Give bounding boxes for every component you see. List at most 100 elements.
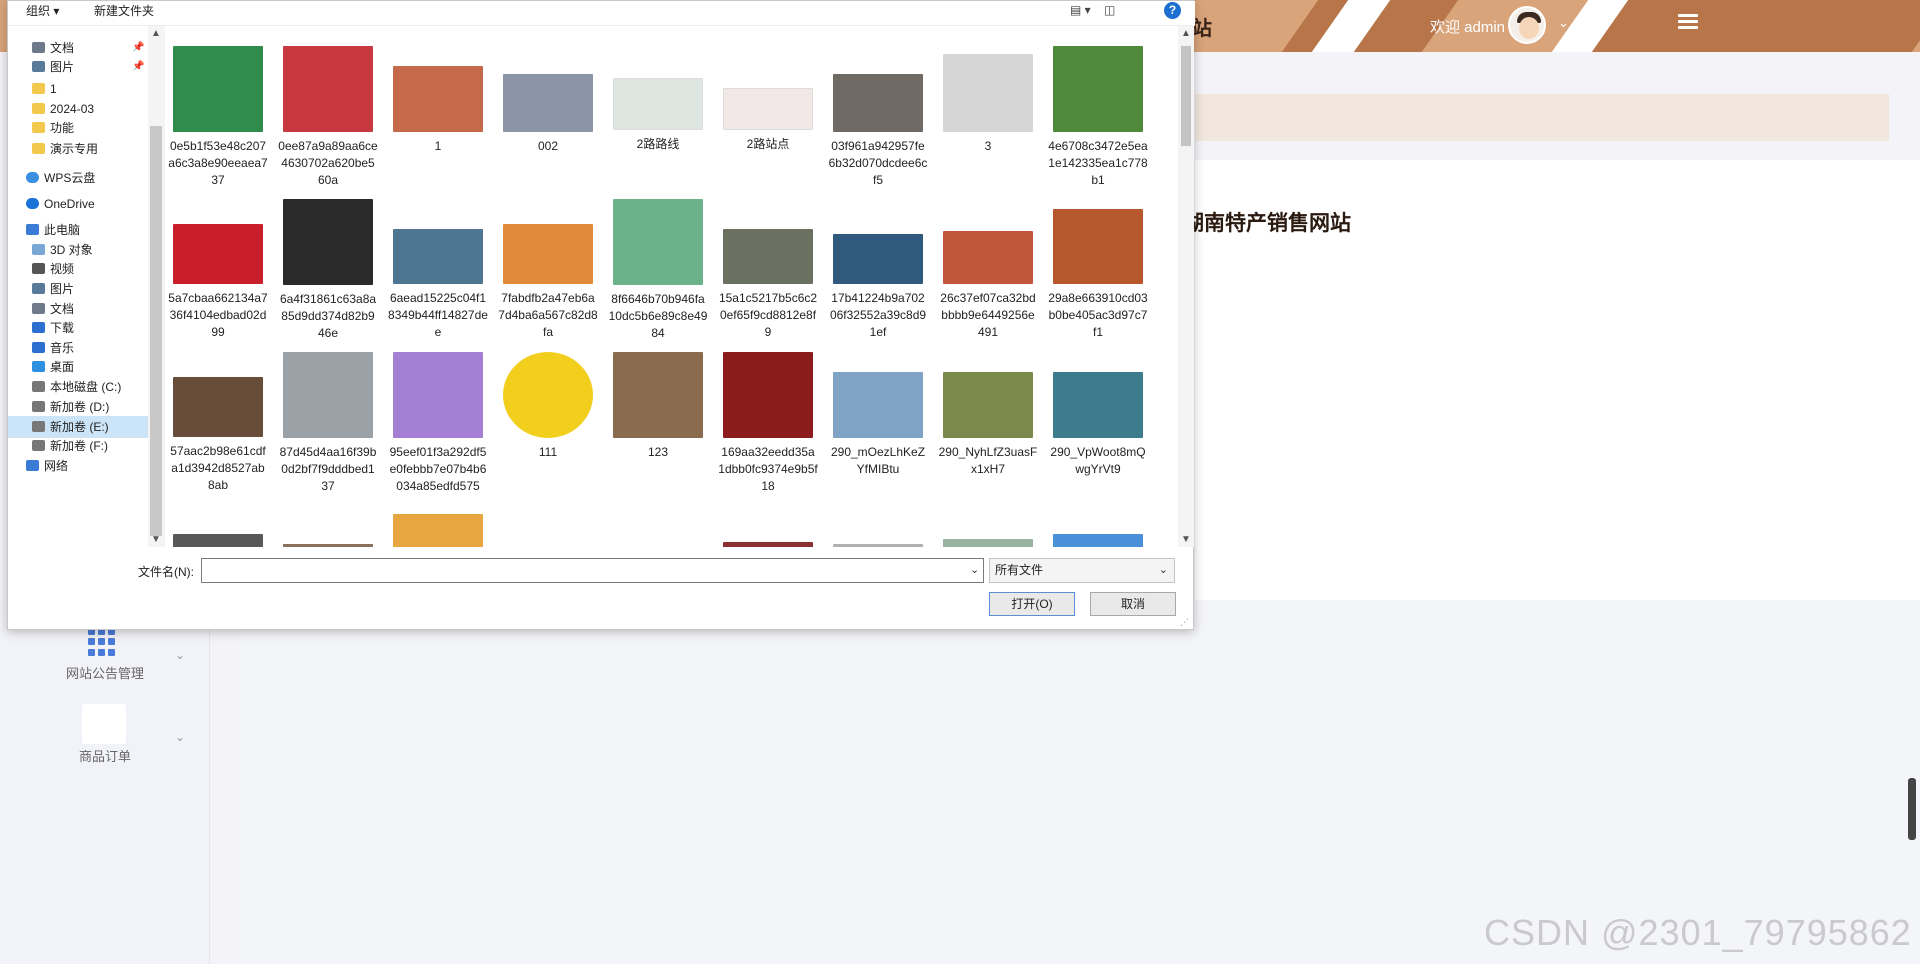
folder-icon [32,83,45,94]
tree-item[interactable]: 视频 [8,258,148,280]
file-name: 111 [538,445,558,459]
tree-item[interactable]: 此电脑 [8,219,148,241]
file-thumbnail [173,46,263,132]
tree-item[interactable]: 图片 📌 [8,56,148,78]
menu-icon[interactable] [1678,14,1698,30]
file-name: 002 [537,139,559,153]
tree-scrollbar[interactable]: ▲ ▼ [148,26,165,547]
picture-icon [32,61,45,72]
organize-button[interactable]: 组织 ▾ [26,2,59,19]
file-thumbnail [1053,372,1143,438]
tree-item-label: 下载 [50,321,75,335]
file-thumbnail [393,66,483,132]
file-thumbnail [613,78,703,130]
file-thumbnail [283,352,373,438]
file-name: 57aac2b98e61cdfa1d3942d8527ab8ab [170,444,266,492]
tree-item-label: 此电脑 [44,223,81,237]
new-folder-button[interactable]: 新建文件夹 [94,2,154,19]
tree-item[interactable]: 桌面 [8,356,148,378]
scroll-up-icon[interactable]: ▲ [1181,28,1191,39]
file-thumbnail [943,539,1033,547]
music-icon [32,342,45,353]
file-thumbnail [283,46,373,132]
file-name: 6a4f31861c63a8a85d9dd374d82b946e [279,292,377,340]
file-thumbnail [393,514,483,547]
filename-input[interactable] [201,558,984,583]
scroll-thumb[interactable] [1181,46,1191,146]
tree-item-label: 功能 [50,121,75,135]
file-name: 17b41224b9a70206f32552a39c8d91ef [829,291,927,339]
tree-item[interactable]: 演示专用 [8,138,148,160]
tree-item[interactable]: 图片 [8,278,148,300]
grid-scrollbar[interactable]: ▲ ▼ [1178,26,1194,547]
tree-item[interactable]: 本地磁盘 (C:) [8,376,148,398]
file-name: 15a1c5217b5c6c20ef65f9cd8812e8f9 [718,291,818,339]
tree-item-label: 本地磁盘 (C:) [50,380,122,394]
file-name: 290_mOezLhKeZYfMIBtu [830,445,926,476]
tree-item-label: 1 [50,82,57,96]
filetype-value: 所有文件 [995,563,1044,577]
tree-item-label: 图片 [50,282,75,296]
tree-item[interactable]: 1 [8,78,148,100]
nav-item-announcements[interactable]: 网站公告管理 [50,663,160,682]
file-name: 4e6708c3472e5ea1e142335ea1c778b1 [1048,139,1148,187]
view-options-icon[interactable]: ▤ ▾ ◫ [1070,3,1115,17]
tree-item-label: 视频 [50,262,75,276]
file-name: 123 [647,445,669,459]
nav-item-orders[interactable]: 商品订单 [50,746,160,765]
main-panel [240,600,1920,964]
drive-icon [32,421,45,432]
file-thumbnail [943,54,1033,132]
file-thumbnail [723,352,813,438]
chevron-down-icon[interactable]: ⌄ [175,648,185,662]
file-name: 26c37ef07ca32bdbbbb9e6449256e491 [940,291,1036,339]
help-icon[interactable]: ? [1164,2,1181,19]
tree-item[interactable]: OneDrive [8,193,148,215]
tree-item-label: 网络 [44,459,69,473]
file-name: 87d45d4aa16f39b0d2bf7f9dddbed137 [279,445,377,493]
chevron-down-icon[interactable]: ⌄ [175,730,185,744]
tree-item[interactable]: 新加卷 (D:) [8,396,148,418]
resize-grip-icon[interactable]: ⋰ [1180,617,1192,629]
grid-icon [88,628,116,656]
file-thumbnail [393,352,483,438]
filetype-select[interactable]: 所有文件 ⌄ [989,558,1175,583]
scroll-down-icon[interactable]: ▼ [151,534,161,545]
scroll-thumb[interactable] [150,126,162,536]
navigation-tree: 文档 📌 图片 📌 1 2024-03 功能 演示专用 WPS云盘 OneDrive 此电脑 3D 对… [8,26,148,547]
tree-item[interactable]: 网络 [8,455,148,477]
avatar[interactable] [1508,6,1546,44]
drive-icon [32,401,45,412]
edge-handle[interactable] [1908,778,1916,840]
chevron-down-icon[interactable]: ⌄ [970,563,979,576]
tree-item-label: 演示专用 [50,142,99,156]
file-thumbnail [1053,209,1143,284]
pin-icon: 📌 [132,61,145,72]
tree-item[interactable]: 功能 [8,117,148,139]
file-name: 290_VpWoot8mQwgYrVt9 [1050,445,1146,476]
scroll-down-icon[interactable]: ▼ [1181,534,1191,545]
picture-icon [32,283,45,294]
chevron-down-icon[interactable]: ⌄ [1558,15,1569,31]
file-thumbnail [503,224,593,284]
file-thumbnail [833,74,923,132]
app-title-fragment: 站 [1192,18,1212,40]
file-thumbnail [613,199,703,285]
open-button[interactable]: 打开(O) [989,592,1075,616]
document-icon [32,42,45,53]
file-name: 3 [984,139,992,153]
tree-item[interactable]: 下载 [8,317,148,339]
tree-item[interactable]: 新加卷 (F:) [8,435,148,457]
scroll-up-icon[interactable]: ▲ [151,28,161,39]
file-name: 0ee87a9a89aa6ce4630702a620be560a [278,139,378,187]
chevron-down-icon[interactable]: ⌄ [1159,559,1168,582]
onedrive-icon [26,198,39,209]
video-icon [32,263,45,274]
dialog-toolbar: 组织 ▾ 新建文件夹 ▤ ▾ ◫ ? [8,1,1195,26]
desktop-icon [32,361,45,372]
tree-item[interactable]: WPS云盘 [8,167,148,189]
cancel-button[interactable]: 取消 [1090,592,1176,616]
folder-icon [32,143,45,154]
file-thumbnail [283,199,373,285]
file-thumbnail [393,229,483,284]
